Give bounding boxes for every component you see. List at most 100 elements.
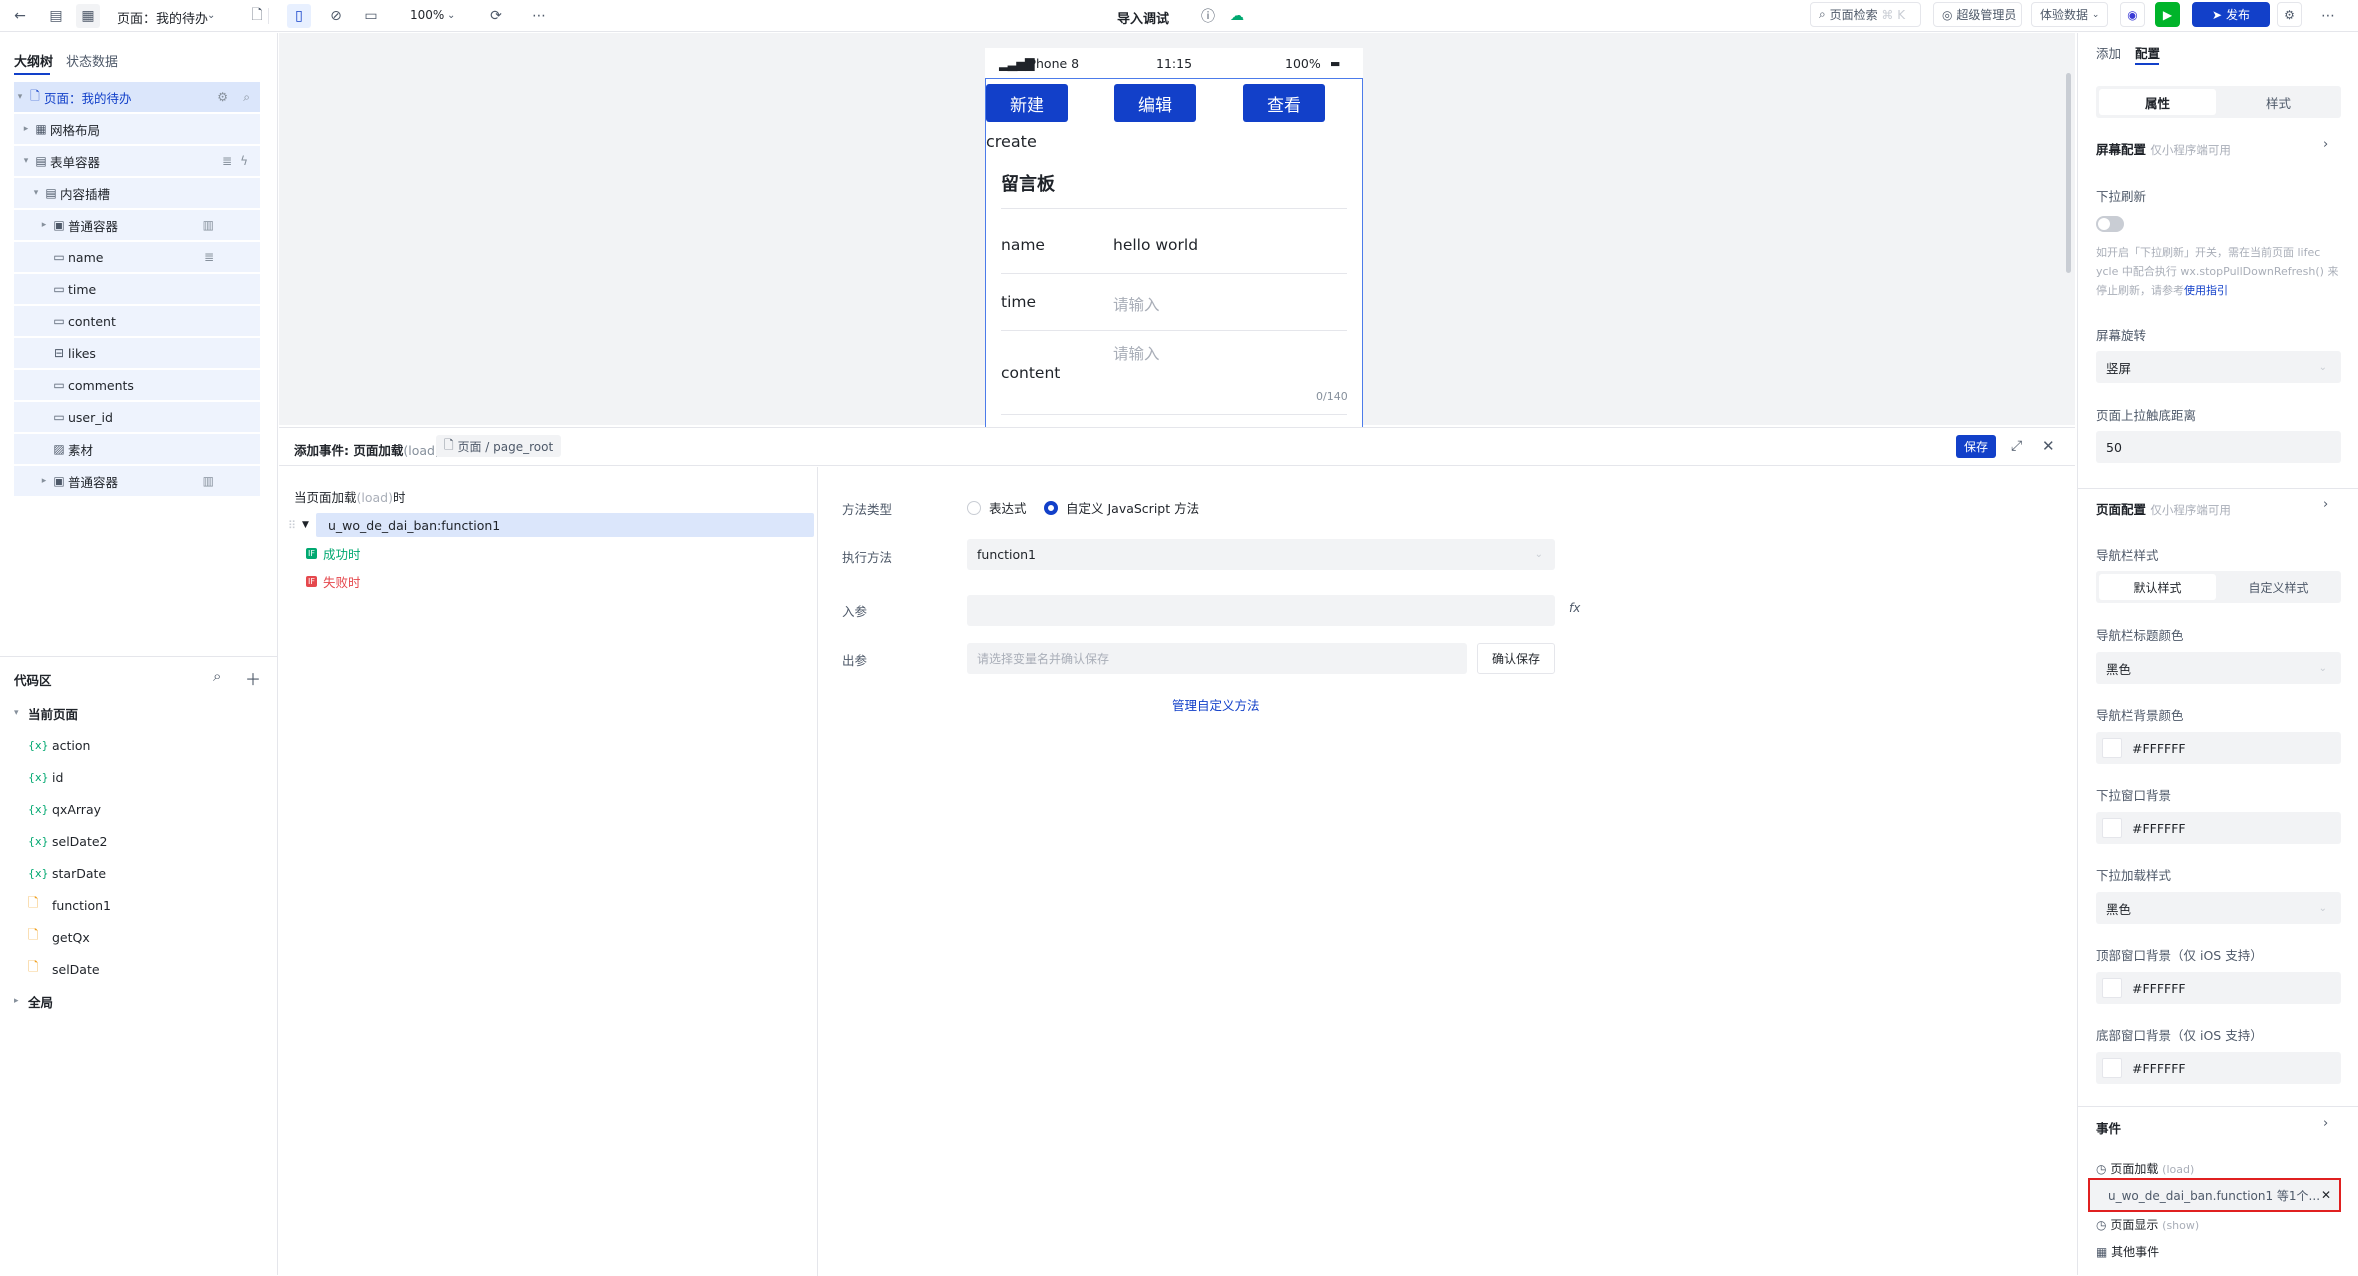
expand-icon[interactable]: ▼ <box>302 520 316 530</box>
exec-method-select[interactable]: function1 ⌄ <box>967 539 1555 570</box>
tree-item-name[interactable]: ▭ name ≣ <box>14 242 260 272</box>
cloud-sync-icon[interactable]: ☁ <box>1225 4 1249 28</box>
page-config-header[interactable]: 页面配置 仅小程序端可用 <box>2096 499 2231 518</box>
events-header[interactable]: 事件 <box>2096 1118 2121 1137</box>
zoom-select[interactable]: 100% <box>410 8 444 22</box>
search-icon[interactable]: ⌕ <box>243 90 250 105</box>
fx-icon[interactable]: fx <box>1569 601 1580 615</box>
segment-props[interactable]: 属性 <box>2099 89 2216 115</box>
add-icon[interactable]: ＋ <box>245 666 261 690</box>
layout-icon[interactable]: ▦ <box>76 4 100 28</box>
tab-outline[interactable]: 大纲树 <box>14 51 53 70</box>
drag-handle-icon[interactable]: ⠿ <box>288 519 302 532</box>
top-bg-color-picker[interactable]: #FFFFFF <box>2096 972 2341 1004</box>
color-swatch[interactable] <box>2102 978 2122 998</box>
output-param-field[interactable]: 请选择变量名并确认保存 <box>967 643 1467 674</box>
refresh-icon[interactable]: ⟳ <box>484 4 508 28</box>
expand-icon[interactable]: ▾ <box>14 92 26 102</box>
expand-icon[interactable]: ▾ <box>14 708 28 718</box>
event-breadcrumb[interactable]: 🗋 页面 / page_root <box>436 435 562 457</box>
tree-item-container-2[interactable]: ▸ ▣ 普通容器 ▥ <box>14 466 260 496</box>
confirm-save-button[interactable]: 确认保存 <box>1477 643 1555 674</box>
func-item[interactable]: 🗋 selDate <box>14 956 100 982</box>
tab-config[interactable]: 配置 <box>2135 43 2160 62</box>
pull-load-select[interactable]: 黑色 ⌄ <box>2096 892 2341 924</box>
time-field[interactable]: 请输入 <box>1113 293 1160 315</box>
publish-button[interactable]: ➤ 发布 <box>2192 2 2270 27</box>
func-item[interactable]: 🗋 function1 <box>14 892 111 918</box>
info-icon[interactable]: ⓘ <box>1196 4 1220 28</box>
radio-custom-js[interactable]: 自定义 JavaScript 方法 <box>1044 498 1199 517</box>
var-item[interactable]: {x} action <box>14 732 90 758</box>
search-icon[interactable]: ⌕ <box>213 667 221 685</box>
chevron-right-icon[interactable]: › <box>2323 497 2328 512</box>
expand-icon[interactable]: ▾ <box>20 156 32 166</box>
expand-icon[interactable]: ▾ <box>30 188 42 198</box>
more-icon[interactable]: ⋯ <box>527 4 551 28</box>
page-selector[interactable]: 页面：我的待办 <box>117 8 208 27</box>
color-swatch[interactable] <box>2102 738 2122 758</box>
chevron-right-icon[interactable]: › <box>2323 137 2328 152</box>
var-item[interactable]: {x} id <box>14 764 63 790</box>
other-events[interactable]: ▦ 其他事件 <box>2096 1243 2159 1260</box>
user-button[interactable]: ◎ 超级管理员 <box>1933 2 2022 27</box>
tree-item-material[interactable]: ▨ 素材 <box>14 434 260 464</box>
usage-guide-link[interactable]: 使用指引 <box>2184 284 2228 297</box>
settings-icon[interactable]: ⚙ <box>2277 2 2302 27</box>
event-action-item[interactable]: u_wo_de_dai_ban.function1 等1个... ✕ <box>2088 1178 2341 1212</box>
name-field[interactable]: hello world <box>1113 236 1198 254</box>
segment-style[interactable]: 样式 <box>2220 89 2337 115</box>
ai-icon[interactable]: ◉ <box>2120 2 2145 27</box>
nav-custom-option[interactable]: 自定义样式 <box>2220 574 2337 600</box>
new-button[interactable]: 新建 <box>986 84 1068 122</box>
data-select[interactable]: 体验数据 ⌄ <box>2031 2 2108 27</box>
desktop-view-icon[interactable]: ▭ <box>359 4 383 28</box>
save-button[interactable]: 保存 <box>1956 435 1996 458</box>
run-preview-icon[interactable]: ▶ <box>2155 2 2180 27</box>
nav-default-option[interactable]: 默认样式 <box>2099 574 2216 600</box>
tree-item-form-container[interactable]: ▾ ▤ 表单容器 ≣ ϟ <box>14 146 260 176</box>
screen-config-header[interactable]: 屏幕配置 仅小程序端可用 <box>2096 139 2231 158</box>
miniprogram-icon[interactable]: ⊘ <box>324 4 348 28</box>
back-arrow-icon[interactable]: ← <box>8 4 32 28</box>
color-swatch[interactable] <box>2102 1058 2122 1078</box>
rotate-select[interactable]: 竖屏 ⌄ <box>2096 351 2341 383</box>
page-show-event[interactable]: ◷ 页面显示 (show) <box>2096 1216 2199 1233</box>
global-group[interactable]: ▸ 全局 <box>14 988 53 1014</box>
zoom-chevron-icon[interactable]: ⌄ <box>447 10 455 21</box>
new-page-icon[interactable]: 🗋 <box>245 4 269 28</box>
pull-bg-color-picker[interactable]: #FFFFFF <box>2096 812 2341 844</box>
nav-title-color-select[interactable]: 黑色 ⌄ <box>2096 652 2341 684</box>
tree-item-page[interactable]: ▾ 🗋 页面：我的待办 ⚙ ⌕ <box>14 82 260 112</box>
radio-expression[interactable]: 表达式 <box>967 498 1027 517</box>
var-item[interactable]: {x} qxArray <box>14 796 101 822</box>
content-field[interactable]: 请输入 <box>1113 342 1160 364</box>
close-icon[interactable]: ✕ <box>2042 437 2055 455</box>
more-options-icon[interactable]: ⋯ <box>2316 4 2340 28</box>
var-item[interactable]: {x} selDate2 <box>14 828 108 854</box>
tree-item-content-slot[interactable]: ▾ ▤ 内容插槽 <box>14 178 260 208</box>
input-param-field[interactable] <box>967 595 1555 626</box>
tab-add[interactable]: 添加 <box>2096 43 2121 62</box>
manage-methods-link[interactable]: 管理自定义方法 <box>1172 695 1260 714</box>
bottom-bg-color-picker[interactable]: #FFFFFF <box>2096 1052 2341 1084</box>
success-branch[interactable]: IF 成功时 <box>306 544 360 563</box>
fail-branch[interactable]: IF 失败时 <box>306 572 360 591</box>
bottom-distance-input[interactable]: 50 <box>2096 431 2341 463</box>
page-search-button[interactable]: ⌕ 页面检索 ⌘ K <box>1810 2 1921 27</box>
gear-icon[interactable]: ⚙ <box>217 90 228 104</box>
tab-state-data[interactable]: 状态数据 <box>66 51 118 70</box>
func-item[interactable]: 🗋 getQx <box>14 924 90 950</box>
current-page-group[interactable]: ▾ 当前页面 <box>14 700 78 726</box>
page-load-event[interactable]: ◷ 页面加载 (load) <box>2096 1160 2194 1177</box>
pull-refresh-toggle[interactable] <box>2096 216 2124 232</box>
tree-item-content[interactable]: ▭ content <box>14 306 260 336</box>
close-icon[interactable]: ✕ <box>2321 1188 2331 1202</box>
collapsed-icon[interactable]: ▸ <box>14 996 28 1006</box>
var-item[interactable]: {x} starDate <box>14 860 106 886</box>
collapsed-icon[interactable]: ▸ <box>38 220 50 230</box>
collapsed-icon[interactable]: ▸ <box>38 476 50 486</box>
tree-item-comments[interactable]: ▭ comments <box>14 370 260 400</box>
edit-button[interactable]: 编辑 <box>1114 84 1196 122</box>
tree-item-time[interactable]: ▭ time <box>14 274 260 304</box>
